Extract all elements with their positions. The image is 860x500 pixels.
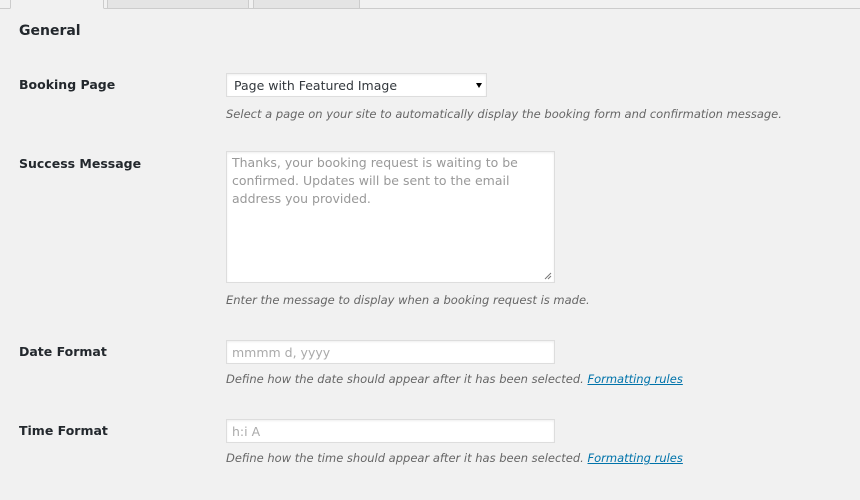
success-message-placeholder: Thanks, your booking request is waiting … — [232, 155, 518, 206]
booking-page-description: Select a page on your site to automatica… — [226, 107, 782, 121]
time-format-placeholder: h:i A — [232, 424, 261, 439]
success-message-label: Success Message — [19, 156, 142, 171]
time-formatting-rules-link[interactable]: Formatting rules — [588, 451, 683, 465]
tab-bar — [0, 0, 860, 9]
resize-handle-icon[interactable] — [544, 272, 552, 280]
date-formatting-rules-link[interactable]: Formatting rules — [587, 372, 682, 386]
date-format-label: Date Format — [19, 344, 107, 359]
tab-second[interactable] — [107, 0, 249, 9]
date-format-description-text: Define how the date should appear after … — [226, 372, 584, 386]
time-format-label: Time Format — [19, 423, 108, 438]
success-message-textarea[interactable]: Thanks, your booking request is waiting … — [226, 151, 555, 283]
date-format-placeholder: mmmm d, yyyy — [232, 345, 331, 360]
settings-page: General Booking Page Page with Featured … — [0, 0, 860, 500]
dropdown-arrow-icon — [476, 83, 482, 88]
booking-page-label: Booking Page — [19, 77, 116, 92]
tab-third[interactable] — [253, 0, 360, 9]
booking-page-selected-value: Page with Featured Image — [234, 78, 398, 93]
success-message-description: Enter the message to display when a book… — [226, 293, 590, 307]
booking-page-select[interactable]: Page with Featured Image — [226, 73, 487, 97]
time-format-input[interactable]: h:i A — [226, 419, 555, 443]
time-format-description: Define how the time should appear after … — [226, 451, 683, 465]
date-format-input[interactable]: mmmm d, yyyy — [226, 340, 555, 364]
time-format-description-text: Define how the time should appear after … — [226, 451, 584, 465]
tab-general[interactable] — [10, 0, 104, 9]
section-title: General — [19, 23, 81, 39]
date-format-description: Define how the date should appear after … — [226, 372, 683, 386]
